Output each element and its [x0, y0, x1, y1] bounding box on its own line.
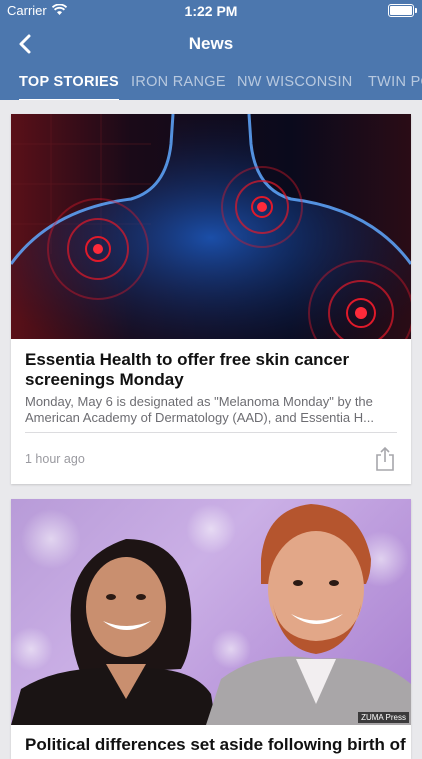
share-button[interactable] [374, 446, 396, 472]
article-headline[interactable]: Essentia Health to offer free skin cance… [25, 350, 400, 390]
tab-top-stories[interactable]: TOP STORIES [19, 74, 119, 100]
summary-line: Monday, May 6 is designated as "Melanoma… [25, 394, 373, 409]
navigation-bar: News [0, 22, 422, 66]
clock: 1:22 PM [184, 3, 238, 19]
category-tabs: TOP STORIES IRON RANGE NW WISCONSIN TWIN… [0, 66, 422, 100]
tab-label: IRON RANGE [131, 74, 226, 90]
article-image[interactable]: ZUMA Press [11, 499, 411, 725]
tab-label: NW WISCONSIN [237, 74, 353, 90]
headline-line: screenings Monday [25, 370, 184, 389]
card-divider [25, 432, 397, 433]
tab-twin-ports[interactable]: TWIN PO [368, 74, 422, 90]
tab-label: TOP STORIES [19, 74, 119, 90]
article-headline[interactable]: Political differences set aside followin… [25, 735, 406, 755]
app-header: Carrier 1:22 PM News TOP STORIES IRON RA… [0, 0, 422, 100]
article-timestamp: 1 hour ago [25, 452, 85, 466]
body-hotspots-illustration [11, 114, 411, 339]
battery-icon [388, 4, 417, 17]
royal-couple-photo [11, 504, 411, 725]
article-summary: Monday, May 6 is designated as "Melanoma… [25, 394, 400, 426]
status-bar: Carrier 1:22 PM [0, 0, 422, 22]
summary-line: American Academy of Dermatology (AAD), a… [25, 410, 374, 425]
headline-line: Essentia Health to offer free skin cance… [25, 350, 350, 369]
article-card[interactable]: ZUMA Press Political differences set asi… [11, 499, 411, 759]
tab-nw-wisconsin[interactable]: NW WISCONSIN [237, 74, 353, 90]
tab-label: TWIN PO [368, 74, 422, 90]
tab-iron-range[interactable]: IRON RANGE [131, 74, 226, 90]
active-tab-indicator [19, 99, 119, 100]
share-icon [376, 446, 394, 471]
article-image[interactable] [11, 114, 411, 339]
page-title: News [188, 34, 234, 53]
image-credit: ZUMA Press [358, 712, 409, 723]
article-card[interactable]: Essentia Health to offer free skin cance… [11, 114, 411, 484]
